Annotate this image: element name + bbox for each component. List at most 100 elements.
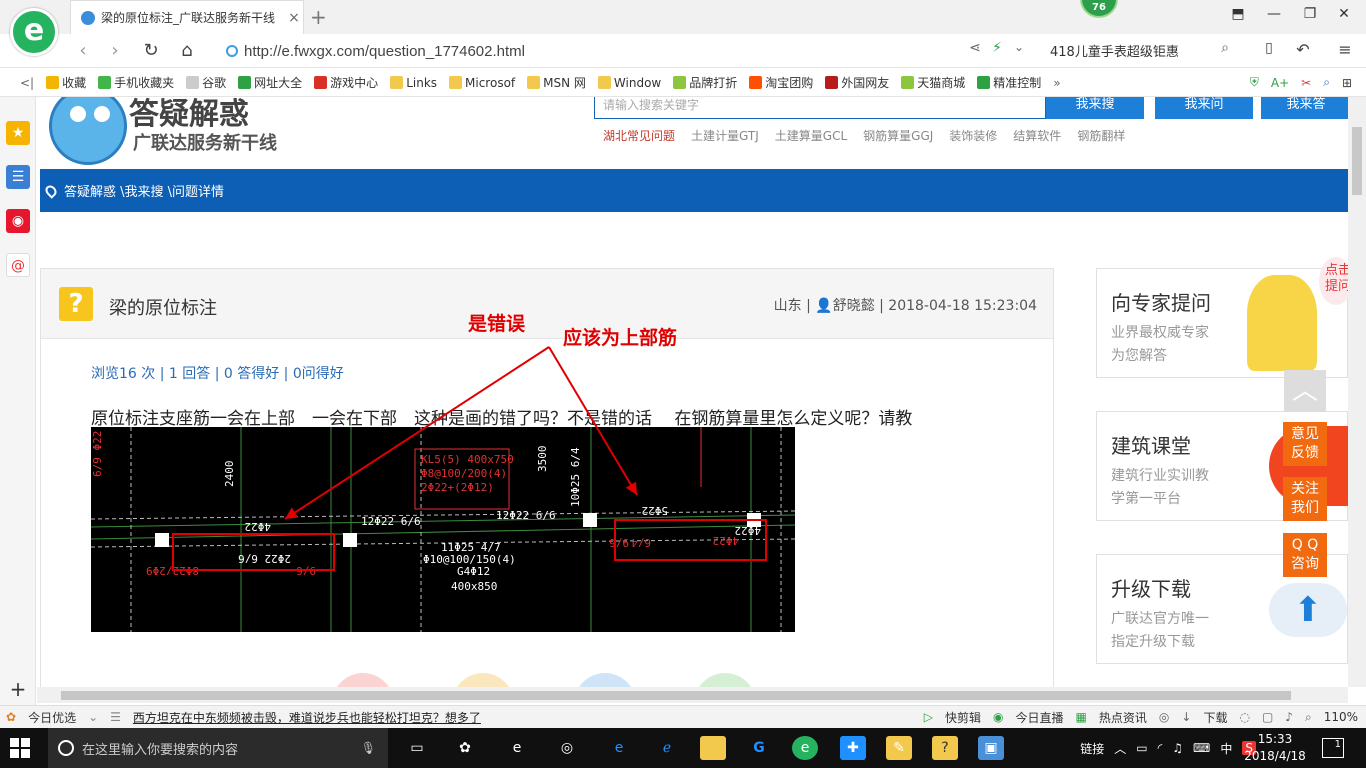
status-item-clip[interactable]: 快剪辑 xyxy=(939,709,987,726)
home-icon[interactable]: ⌂ xyxy=(176,40,198,61)
favorite-item[interactable]: 外国网友 xyxy=(819,74,895,91)
favorite-item[interactable]: Microsof xyxy=(443,74,521,91)
pinwheel-icon[interactable]: ✿ xyxy=(452,736,478,760)
back-icon[interactable]: ‹ xyxy=(72,40,94,61)
reload-icon[interactable]: ↻ xyxy=(140,40,162,61)
mute-icon[interactable]: ♪ xyxy=(1279,710,1299,724)
swirl-icon[interactable]: ◎ xyxy=(554,736,580,760)
tray-link[interactable]: 链接 xyxy=(1080,740,1104,757)
grid-icon[interactable]: ⊞ xyxy=(1336,76,1366,90)
security-icon xyxy=(226,45,238,57)
status-item-live[interactable]: 今日直播 xyxy=(1010,709,1070,726)
window-app-icon[interactable]: ▣ xyxy=(978,736,1004,760)
feedback-button[interactable]: 意见 反馈 xyxy=(1283,422,1327,466)
help-icon[interactable]: ? xyxy=(932,736,958,760)
task-view-icon[interactable]: ▭ xyxy=(404,736,430,760)
notes-icon[interactable]: ✎ xyxy=(886,736,912,760)
folder-icon[interactable] xyxy=(700,736,726,760)
microphone-icon[interactable]: 🎙 xyxy=(361,741,376,755)
ime-indicator[interactable]: 中 xyxy=(1220,740,1232,757)
close-tab-icon[interactable]: × xyxy=(285,10,303,26)
notifications-icon[interactable]: 1 xyxy=(1322,738,1344,758)
status-item-hot[interactable]: 热点资讯 xyxy=(1093,709,1153,726)
menu-icon[interactable]: ≡ xyxy=(1334,40,1356,59)
chevron-down-icon[interactable]: ⌄ xyxy=(82,710,104,724)
edge-icon[interactable]: e xyxy=(606,736,632,760)
speed-icon[interactable]: ◎ xyxy=(1153,710,1175,724)
clock[interactable]: 15:33 2018/4/18 xyxy=(1240,731,1310,765)
favorite-item[interactable]: 手机收藏夹 xyxy=(92,74,180,91)
horizontal-scrollbar[interactable] xyxy=(37,687,1348,703)
favorite-item[interactable]: Window xyxy=(592,74,667,91)
ask-float-badge[interactable]: 点击 提问 xyxy=(1319,257,1348,305)
taskbar-search[interactable]: 在这里输入你要搜索的内容 🎙 xyxy=(48,728,388,768)
favorite-item[interactable]: MSN 网 xyxy=(521,74,592,91)
follow-button[interactable]: 关注 我们 xyxy=(1283,477,1327,521)
search-tool-icon[interactable]: ⌕ xyxy=(1317,75,1336,90)
address-bar[interactable]: http://e.fwxgx.com/question_1774602.html xyxy=(226,40,966,62)
favorite-item[interactable]: 收藏 xyxy=(40,74,92,91)
window-icon[interactable]: ▢ xyxy=(1256,710,1279,724)
glodon-g-icon[interactable]: G xyxy=(746,736,772,760)
mail-icon[interactable]: @ xyxy=(6,253,30,277)
browser-logo[interactable]: e xyxy=(10,8,58,56)
browser-e-icon[interactable]: e xyxy=(504,736,530,760)
share-icon[interactable]: ⋖ xyxy=(964,40,986,56)
forward-icon[interactable]: › xyxy=(104,40,126,61)
scissors-icon[interactable]: ✂ xyxy=(1295,76,1317,90)
minimize-icon[interactable]: — xyxy=(1264,6,1284,22)
hot-news-icon: ▦ xyxy=(1075,710,1087,724)
close-window-icon[interactable]: ✕ xyxy=(1334,6,1354,22)
active-browser-icon[interactable]: e xyxy=(792,736,818,760)
favorite-item[interactable]: 精准控制 xyxy=(971,74,1047,91)
today-picks[interactable]: 今日优选 xyxy=(22,709,82,726)
favorites-toggle-icon[interactable]: <| xyxy=(14,76,40,90)
favorite-label: 天猫商城 xyxy=(917,76,966,90)
favorite-item[interactable]: 谷歌 xyxy=(180,74,232,91)
search-icon[interactable]: ⌕ xyxy=(1214,40,1236,56)
favorite-item[interactable]: Links xyxy=(384,74,443,91)
add-icon[interactable]: + xyxy=(6,677,30,701)
gift-icon[interactable]: ✿ xyxy=(0,710,22,724)
favorite-item[interactable]: 游戏中心 xyxy=(308,74,384,91)
notification-badge[interactable]: 76 xyxy=(1080,0,1118,18)
new-tab-button[interactable]: + xyxy=(310,5,327,29)
list-icon[interactable]: ☰ xyxy=(6,165,30,189)
ie-icon[interactable]: ℯ xyxy=(654,736,680,760)
skin-icon[interactable]: ⬒ xyxy=(1228,6,1248,22)
star-icon[interactable]: ★ xyxy=(6,121,30,145)
wifi-icon[interactable]: ◜ xyxy=(1158,741,1163,755)
status-item-download[interactable]: 下载 xyxy=(1197,709,1233,726)
clean-icon[interactable]: ◌ xyxy=(1233,710,1255,724)
keyboard-icon[interactable]: ⌨ xyxy=(1193,741,1210,755)
favorites-more-icon[interactable]: » xyxy=(1047,76,1066,90)
lightning-icon[interactable]: ⚡ xyxy=(986,40,1008,56)
phone-icon[interactable]: ▯ xyxy=(1258,40,1280,56)
maximize-icon[interactable]: ❐ xyxy=(1300,6,1320,22)
app-cross-icon[interactable]: ✚ xyxy=(840,736,866,760)
volume-icon[interactable]: ♫ xyxy=(1172,741,1183,755)
browser-tab[interactable]: 梁的原位标注_广联达服务新干线 × xyxy=(70,0,304,34)
vertical-scrollbar[interactable] xyxy=(1348,97,1366,687)
zoom-level[interactable]: 110% xyxy=(1318,710,1366,724)
tray-chevron-icon[interactable]: ︿ xyxy=(1114,740,1126,757)
search-hint[interactable]: 418儿童手表超级钜惠 xyxy=(1050,41,1179,60)
favorite-item[interactable]: 网址大全 xyxy=(232,74,308,91)
shield-icon[interactable]: ⛨ xyxy=(1244,75,1265,90)
expert-title: 向专家提问 xyxy=(1111,291,1211,315)
battery-icon[interactable]: ▭ xyxy=(1136,741,1147,755)
favorite-label: 游戏中心 xyxy=(330,76,379,90)
favorite-item[interactable]: 品牌打折 xyxy=(667,74,743,91)
back-to-top-button[interactable]: ︿ xyxy=(1284,370,1326,412)
chevron-down-icon[interactable]: ⌄ xyxy=(1008,40,1030,54)
news-ticker[interactable]: 西方坦克在中东频频被击毁，难道说步兵也能轻松打坦克？想多了 xyxy=(127,709,487,726)
start-button[interactable] xyxy=(10,738,30,758)
weibo-icon[interactable]: ◉ xyxy=(6,209,30,233)
follow-label: 关注 我们 xyxy=(1291,481,1319,516)
favorite-item[interactable]: 淘宝团购 xyxy=(743,74,819,91)
undo-icon[interactable]: ↶ xyxy=(1292,40,1314,59)
translate-icon[interactable]: A+ xyxy=(1265,76,1295,90)
favorite-item[interactable]: 天猫商城 xyxy=(895,74,971,91)
qq-consult-button[interactable]: Q Q 咨询 xyxy=(1283,533,1327,577)
expert-card[interactable]: 向专家提问 业界最权威专家 为您解答 xyxy=(1096,268,1348,378)
